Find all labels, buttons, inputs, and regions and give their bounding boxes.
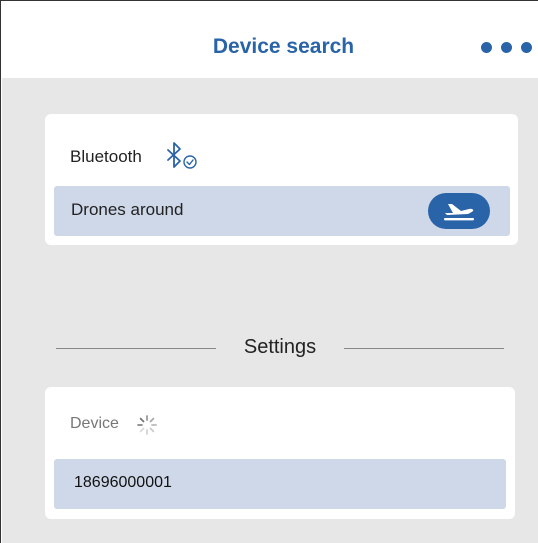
- bluetooth-connected-icon: [167, 142, 197, 169]
- main-content: Bluetooth Drones around Settings Device …: [2, 78, 538, 543]
- settings-heading: Settings: [243, 336, 317, 358]
- divider-line-right: [344, 348, 504, 349]
- page-title: Device search: [212, 35, 355, 58]
- device-id-row[interactable]: 18696000001: [54, 459, 506, 509]
- device-card: Device 18696000001: [45, 387, 515, 519]
- device-label: Device: [70, 415, 119, 432]
- loading-spinner-icon: [137, 415, 157, 435]
- device-id-value: 18696000001: [74, 474, 172, 491]
- bluetooth-card: Bluetooth Drones around: [45, 114, 518, 245]
- drones-around-label: Drones around: [71, 200, 184, 219]
- app-window: Device search Bluetooth Drones around Se…: [0, 0, 538, 543]
- settings-divider: Settings: [56, 333, 504, 363]
- header-bar: Device search: [2, 2, 538, 78]
- bluetooth-label: Bluetooth: [70, 147, 142, 166]
- divider-line-left: [56, 348, 216, 349]
- more-options-button[interactable]: [478, 38, 538, 58]
- drones-around-row[interactable]: Drones around: [54, 186, 510, 236]
- airplane-takeoff-icon: [444, 204, 474, 221]
- search-drones-button[interactable]: [428, 193, 490, 229]
